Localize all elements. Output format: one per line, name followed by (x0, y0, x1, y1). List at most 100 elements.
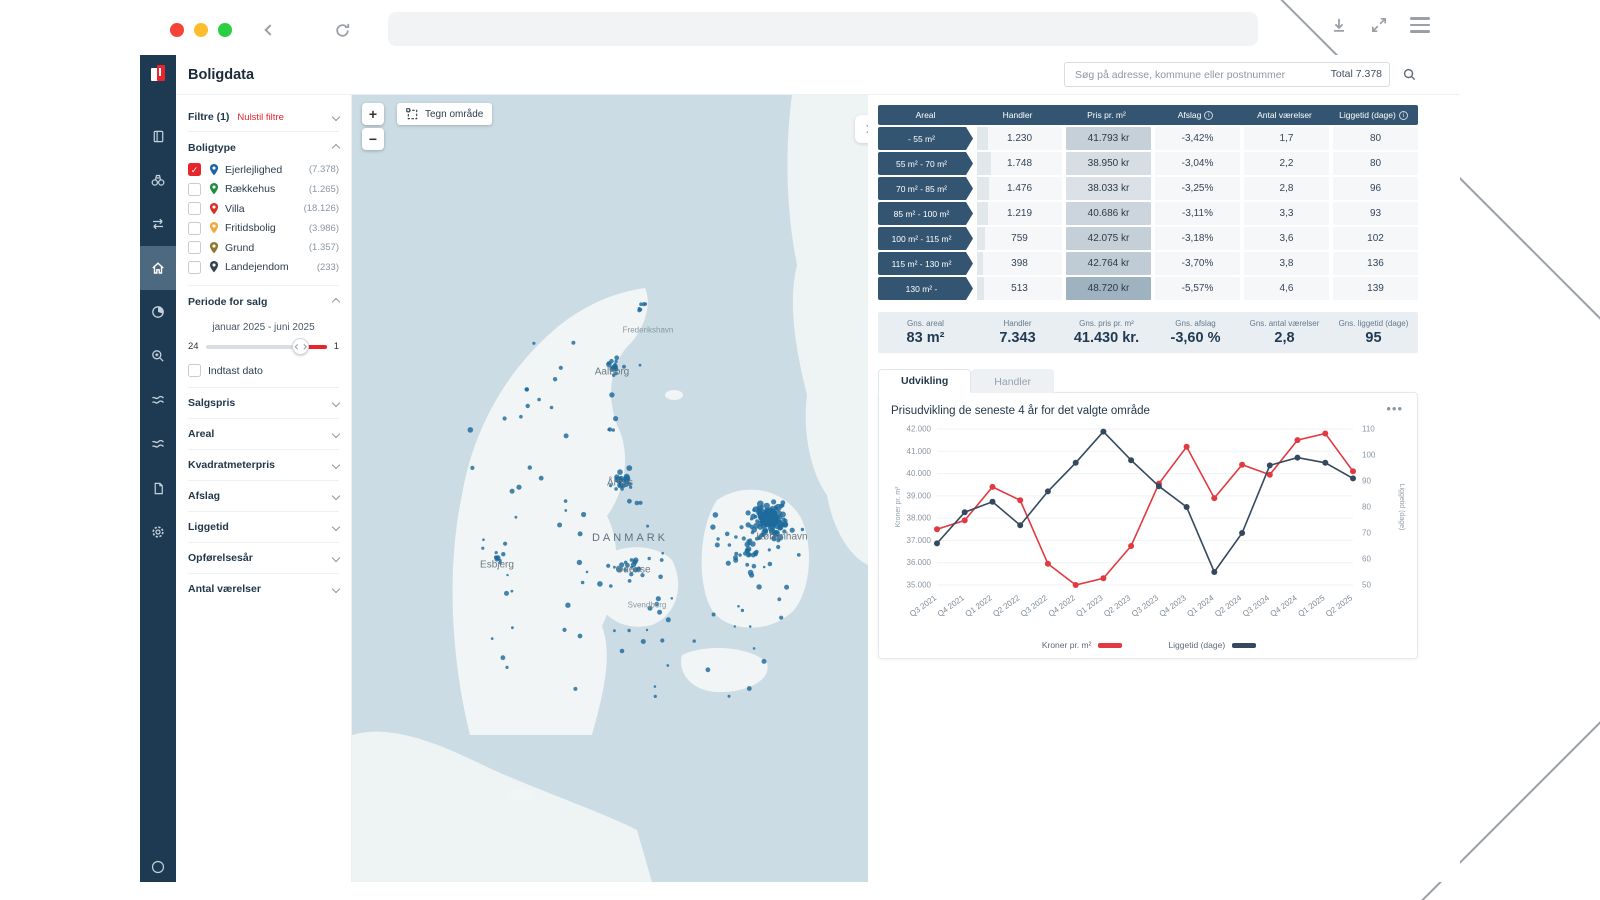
map-label-kbenhavn: København (756, 532, 807, 543)
indtast-dato-checkbox[interactable] (188, 364, 201, 377)
table-row[interactable]: 70 m² - 85 m²1.47638.033 kr-3,25%2,896 (878, 177, 1418, 200)
checkbox[interactable] (188, 183, 201, 196)
checkbox[interactable]: ✓ (188, 163, 201, 176)
filter-section-salgspris[interactable]: Salgspris (188, 387, 339, 418)
screen: Boligdata Total 7.378 Filtre (1) Nulstil… (0, 0, 1600, 900)
ledger-icon (151, 129, 166, 144)
zoom-out-button[interactable]: − (362, 128, 384, 150)
boligtype-option[interactable]: Villa(18.126) (188, 199, 339, 219)
table-row[interactable]: 55 m² - 70 m²1.74838.950 kr-3,04%2,280 (878, 152, 1418, 175)
minimize-window-button[interactable] (194, 23, 208, 37)
table-row[interactable]: 100 m² - 115 m²75942.075 kr-3,18%3,6102 (878, 227, 1418, 250)
chart-card: Prisudvikling de seneste 4 år for det va… (878, 392, 1418, 659)
map-panel[interactable]: FrederikshavnAalborgÅrhusDANMARKEsbjergO… (352, 95, 868, 882)
boligtype-option[interactable]: Landejendom(233) (188, 258, 339, 278)
liggetid-cell: 139 (1333, 277, 1418, 300)
sidebar-item-pie-chart[interactable] (140, 290, 176, 334)
svg-text:39.000: 39.000 (907, 491, 932, 500)
search-button[interactable] (1398, 64, 1420, 86)
pris-cell: 41.793 kr (1066, 127, 1151, 150)
chevron-down-icon (332, 492, 340, 500)
sidebar-item-document[interactable] (140, 466, 176, 510)
boligtype-section-header[interactable]: Boligtype (188, 132, 339, 160)
close-window-button[interactable] (170, 23, 184, 37)
help-icon[interactable] (140, 852, 176, 882)
filter-section-antalvrelser[interactable]: Antal værelser (188, 573, 339, 604)
areal-chip: 100 m² - 115 m² (878, 227, 973, 250)
reset-filters-link[interactable]: Nulstil filtre (237, 112, 283, 123)
chevron-down-icon (332, 523, 340, 531)
column-header[interactable]: Areal (878, 105, 973, 125)
collapse-panel-tab[interactable] (855, 115, 868, 143)
areal-chip: 85 m² - 100 m² (878, 202, 973, 225)
zoom-in-button[interactable]: + (362, 103, 384, 125)
handler-cell: 398 (977, 252, 1062, 275)
column-header[interactable]: Pris pr. m² (1062, 105, 1151, 125)
checkbox[interactable] (188, 241, 201, 254)
app-logo[interactable] (148, 63, 168, 90)
sidebar-item-flow[interactable] (140, 422, 176, 466)
svg-text:Q1 2025: Q1 2025 (1296, 593, 1327, 619)
boligtype-option[interactable]: ✓Ejerlejlighed(7.378) (188, 160, 339, 180)
reload-button[interactable] (330, 18, 354, 42)
sidebar-item-flow[interactable] (140, 378, 176, 422)
column-header[interactable]: Liggetid (dage)i (1329, 105, 1418, 125)
boligtype-option-label: Rækkehus (225, 183, 275, 195)
svg-text:Q3 2024: Q3 2024 (1241, 593, 1272, 619)
table-row[interactable]: 115 m² - 130 m²39842.764 kr-3,70%3,8136 (878, 252, 1418, 275)
table-row[interactable]: 130 m² -51348.720 kr-5,57%4,6139 (878, 277, 1418, 300)
periode-section-header[interactable]: Periode for salg (188, 286, 339, 314)
column-header[interactable]: Antal værelser (1240, 105, 1329, 125)
table-row[interactable]: - 55 m²1.23041.793 kr-3,42%1,780 (878, 127, 1418, 150)
filter-section-opfrelsesr[interactable]: Opførelsesår (188, 542, 339, 573)
boligtype-option[interactable]: Rækkehus(1.265) (188, 180, 339, 200)
sidebar-item-zoom-search[interactable] (140, 334, 176, 378)
filter-section-areal[interactable]: Areal (188, 418, 339, 449)
map-pin-icon (208, 221, 220, 235)
filter-section-liggetid[interactable]: Liggetid (188, 511, 339, 542)
more-options-icon[interactable]: ••• (1386, 405, 1403, 413)
checkbox[interactable] (188, 202, 201, 215)
column-header[interactable]: Afslagi (1151, 105, 1240, 125)
liggetid-cell: 96 (1333, 177, 1418, 200)
download-icon[interactable] (1330, 16, 1348, 34)
sidebar-item-ledger[interactable] (140, 114, 176, 158)
svg-text:Q2 2022: Q2 2022 (991, 593, 1022, 619)
boligtype-option-label: Ejerlejlighed (225, 164, 282, 176)
filter-section-kvadratmeterpris[interactable]: Kvadratmeterpris (188, 449, 339, 480)
draw-area-button[interactable]: Tegn område (397, 103, 492, 125)
sidebar-item-binoculars[interactable] (140, 158, 176, 202)
maximize-window-button[interactable] (218, 23, 232, 37)
boligtype-option[interactable]: Grund(1.357) (188, 238, 339, 258)
table-row[interactable]: 85 m² - 100 m²1.21940.686 kr-3,11%3,393 (878, 202, 1418, 225)
handler-bar (977, 227, 985, 250)
expand-icon[interactable] (1370, 16, 1388, 34)
map-pin-icon (208, 260, 220, 274)
app-window: Boligdata Total 7.378 Filtre (1) Nulstil… (140, 55, 1460, 882)
checkbox[interactable] (188, 222, 201, 235)
boligtype-option[interactable]: Fritidsbolig(3.986) (188, 219, 339, 239)
back-button[interactable] (258, 18, 282, 42)
chart-title: Prisudvikling de seneste 4 år for det va… (891, 405, 1150, 417)
forward-button[interactable] (292, 18, 316, 42)
boligtype-option-count: (233) (317, 262, 339, 273)
menu-icon[interactable] (1410, 17, 1430, 33)
slider-handle[interactable] (292, 338, 309, 355)
sidebar-item-settings[interactable] (140, 510, 176, 554)
column-header[interactable]: Handler (973, 105, 1062, 125)
handler-cell: 759 (977, 227, 1062, 250)
indtast-dato-row[interactable]: Indtast dato (188, 360, 339, 387)
filter-section-afslag[interactable]: Afslag (188, 480, 339, 511)
sidebar-item-swap-arrows[interactable] (140, 202, 176, 246)
summary-strip: Gns. areal83 m²Handler7.343Gns. pris pr.… (878, 312, 1418, 353)
sidebar-item-home[interactable] (140, 246, 176, 290)
filters-header[interactable]: Filtre (1) Nulstil filtre (188, 103, 339, 132)
svg-text:Q4 2024: Q4 2024 (1269, 593, 1300, 619)
afslag-cell: -3,04% (1155, 152, 1240, 175)
info-icon: i (1204, 111, 1213, 120)
tab-handler[interactable]: Handler (971, 369, 1054, 393)
tab-udvikling[interactable]: Udvikling (878, 369, 971, 393)
url-bar[interactable] (388, 12, 1258, 46)
slider-track[interactable] (206, 345, 327, 349)
checkbox[interactable] (188, 261, 201, 274)
